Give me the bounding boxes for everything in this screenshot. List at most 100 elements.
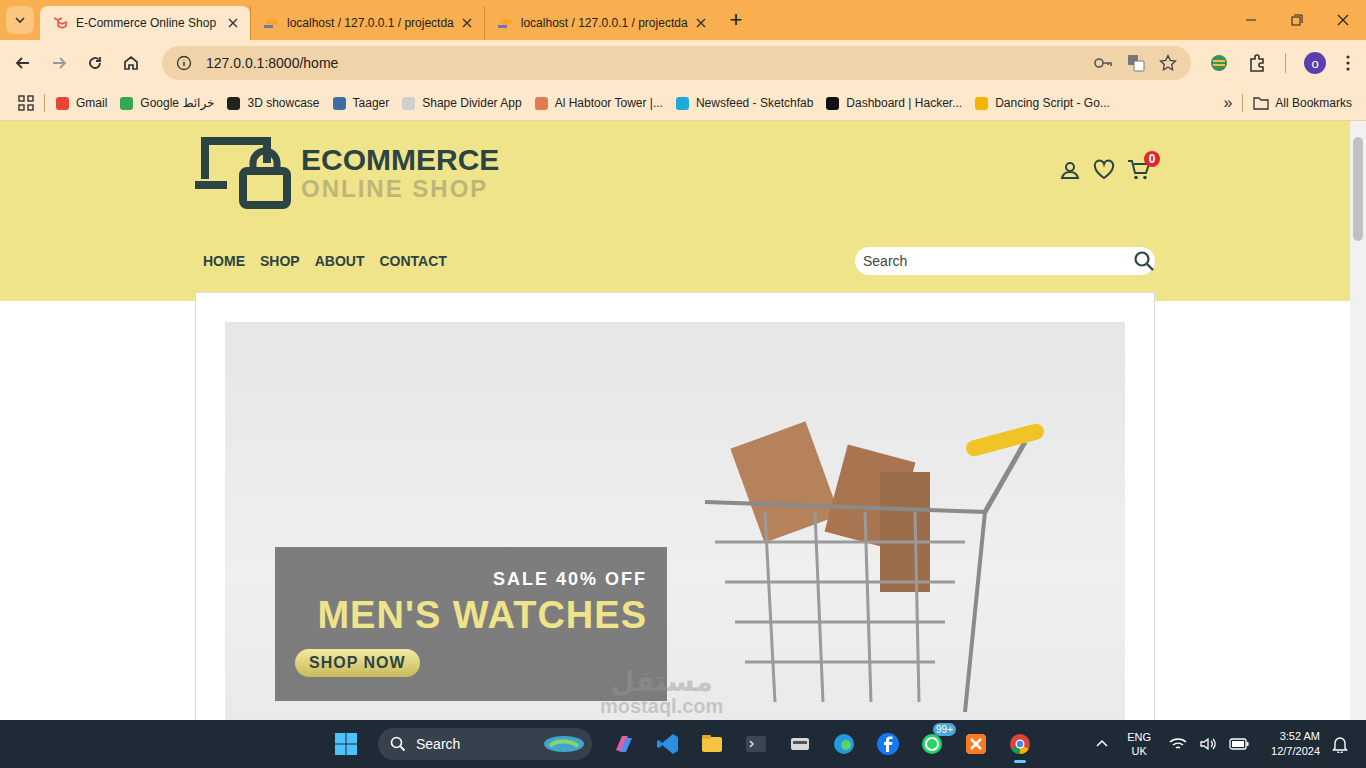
page-viewport: ECOMMERCEONLINE SHOP 0 HOME SHOP ABOUT CONTAC… bbox=[0, 121, 1366, 720]
bookmark-item[interactable]: Gmail bbox=[55, 96, 107, 111]
apps-grid-icon[interactable] bbox=[18, 95, 34, 111]
nav-link[interactable]: SHOP bbox=[260, 253, 300, 269]
hero-banner: SALE 40% OFF MEN'S WATCHES SHOP NOW bbox=[225, 322, 1125, 720]
battery-icon[interactable] bbox=[1229, 738, 1249, 750]
show-hidden-icons-icon[interactable] bbox=[1095, 737, 1109, 751]
key-icon[interactable] bbox=[1093, 55, 1113, 71]
file-explorer-icon[interactable] bbox=[700, 732, 724, 756]
browser-tab[interactable]: E-Commerce Online Shop bbox=[40, 6, 250, 40]
site-header: ECOMMERCEONLINE SHOP 0 HOME SHOP ABOUT CONTAC… bbox=[0, 121, 1350, 301]
more-bookmarks-button[interactable]: » bbox=[1223, 94, 1232, 112]
user-icon[interactable] bbox=[1059, 159, 1081, 181]
windows-start-icon[interactable] bbox=[334, 732, 358, 756]
language-label: ENG bbox=[1127, 730, 1151, 744]
terminal-icon[interactable] bbox=[744, 732, 768, 756]
watermark: مستقلmostaql.com bbox=[600, 668, 723, 716]
promo-tag: SALE 40% OFF bbox=[493, 569, 647, 590]
site-info-icon[interactable] bbox=[176, 55, 192, 71]
translate-icon[interactable] bbox=[1127, 54, 1145, 72]
header-container: ECOMMERCEONLINE SHOP 0 HOME SHOP ABOUT CONTAC… bbox=[195, 121, 1155, 275]
promo-title: MEN'S WATCHES bbox=[317, 594, 647, 637]
facebook-icon[interactable] bbox=[876, 732, 900, 756]
vscode-icon[interactable] bbox=[656, 732, 680, 756]
new-tab-button[interactable]: + bbox=[718, 6, 755, 40]
back-icon[interactable] bbox=[14, 54, 32, 72]
logo-device-lock-icon bbox=[195, 137, 291, 209]
volume-icon[interactable] bbox=[1199, 736, 1217, 752]
taskbar-center: Search 99+ bbox=[334, 728, 1032, 760]
search-field[interactable]: Search bbox=[855, 247, 1155, 275]
address-bar[interactable]: 127.0.0.1:8000/home bbox=[162, 46, 1191, 80]
nav-link[interactable]: ABOUT bbox=[315, 253, 365, 269]
profile-avatar[interactable]: o bbox=[1304, 52, 1326, 74]
time: 3:52 AM bbox=[1280, 729, 1320, 744]
heart-icon[interactable] bbox=[1093, 159, 1115, 181]
bookmark-label: Al Habtoor Tower |... bbox=[555, 96, 663, 110]
bookmark-item[interactable]: Taager bbox=[332, 96, 390, 111]
tab-label: localhost / 127.0.0.1 / projectda bbox=[287, 16, 454, 30]
bookmark-item[interactable]: Dancing Script - Go... bbox=[974, 96, 1110, 111]
logo-text: ECOMMERCEONLINE SHOP bbox=[301, 144, 499, 202]
forward-icon[interactable] bbox=[50, 54, 68, 72]
browser-tab[interactable]: localhost / 127.0.0.1 / projectda bbox=[250, 6, 484, 40]
content-card: SALE 40% OFF MEN'S WATCHES SHOP NOW bbox=[195, 292, 1155, 720]
tab-strip: E-Commerce Online Shop localhost / 127.0.… bbox=[0, 0, 1366, 40]
bookmark-item[interactable]: Dashboard | Hacker... bbox=[825, 96, 962, 111]
wifi-icon[interactable] bbox=[1169, 736, 1187, 752]
all-bookmarks[interactable]: All Bookmarks bbox=[1253, 96, 1352, 110]
close-tab-icon[interactable] bbox=[696, 18, 706, 28]
clock[interactable]: 3:52 AM12/7/2024 bbox=[1261, 729, 1320, 759]
toolbar: 127.0.0.1:8000/home o bbox=[0, 40, 1366, 86]
restore-icon[interactable] bbox=[1274, 0, 1320, 40]
search-icon bbox=[390, 736, 406, 752]
main-nav: HOME SHOP ABOUT CONTACT bbox=[195, 253, 447, 269]
bookmark-favicon-icon bbox=[332, 96, 347, 111]
search-highlight-icon bbox=[542, 734, 586, 754]
menu-kebab-icon[interactable] bbox=[1344, 54, 1352, 72]
address-text[interactable]: 127.0.0.1:8000/home bbox=[206, 55, 338, 71]
scrollbar-thumb[interactable] bbox=[1353, 137, 1363, 241]
home-icon[interactable] bbox=[122, 54, 140, 72]
edge-icon[interactable] bbox=[832, 732, 856, 756]
language-indicator[interactable]: ENGUK bbox=[1121, 730, 1157, 759]
scrollbar[interactable] bbox=[1350, 121, 1366, 720]
bookmark-item[interactable]: Google خرائط bbox=[119, 96, 214, 111]
folder-icon bbox=[1253, 96, 1269, 110]
star-icon[interactable] bbox=[1159, 54, 1177, 72]
shop-now-button[interactable]: SHOP NOW bbox=[295, 649, 420, 677]
bookmark-favicon-icon bbox=[226, 96, 241, 111]
bookmarks-bar: Gmail Google خرائط 3D showcase Taager Shape … bbox=[0, 86, 1366, 121]
logo[interactable]: ECOMMERCEONLINE SHOP bbox=[195, 137, 499, 209]
chrome-button[interactable] bbox=[1008, 732, 1032, 756]
bookmark-item[interactable]: Newsfeed - Sketchfab bbox=[675, 96, 813, 111]
drive-icon[interactable] bbox=[788, 732, 812, 756]
page: ECOMMERCEONLINE SHOP 0 HOME SHOP ABOUT CONTAC… bbox=[0, 121, 1350, 720]
reload-icon[interactable] bbox=[86, 54, 104, 72]
all-bookmarks-label: All Bookmarks bbox=[1275, 96, 1352, 110]
search-placeholder: Search bbox=[863, 253, 907, 269]
copilot-icon[interactable] bbox=[612, 732, 636, 756]
bookmark-item[interactable]: 3D showcase bbox=[226, 96, 319, 111]
whatsapp-button[interactable]: 99+ bbox=[920, 732, 944, 756]
bookmark-item[interactable]: Al Habtoor Tower |... bbox=[534, 96, 663, 111]
extensions-puzzle-icon[interactable] bbox=[1247, 53, 1267, 73]
minimize-icon[interactable] bbox=[1228, 0, 1274, 40]
bookmark-item[interactable]: Shape Divider App bbox=[401, 96, 521, 111]
nav-link[interactable]: HOME bbox=[203, 253, 245, 269]
tab-search-button[interactable] bbox=[6, 6, 34, 34]
close-tab-icon[interactable] bbox=[228, 18, 238, 28]
close-tab-icon[interactable] bbox=[462, 18, 472, 28]
laravel-favicon-icon bbox=[52, 15, 68, 31]
taskbar-search[interactable]: Search bbox=[378, 728, 592, 760]
close-window-icon[interactable] bbox=[1320, 0, 1366, 40]
nav-link[interactable]: CONTACT bbox=[379, 253, 446, 269]
browser-tab[interactable]: localhost / 127.0.0.1 / projectda bbox=[484, 6, 718, 40]
tab-label: E-Commerce Online Shop bbox=[76, 16, 220, 30]
xampp-icon[interactable] bbox=[964, 732, 988, 756]
search-icon[interactable] bbox=[1133, 250, 1155, 272]
extension-globe-icon[interactable] bbox=[1209, 53, 1229, 73]
cart-button[interactable]: 0 bbox=[1127, 159, 1151, 181]
notification-bell-icon[interactable] bbox=[1332, 735, 1348, 753]
watermark-latin: mostaql.com bbox=[600, 696, 723, 716]
language-label: UK bbox=[1132, 744, 1147, 758]
